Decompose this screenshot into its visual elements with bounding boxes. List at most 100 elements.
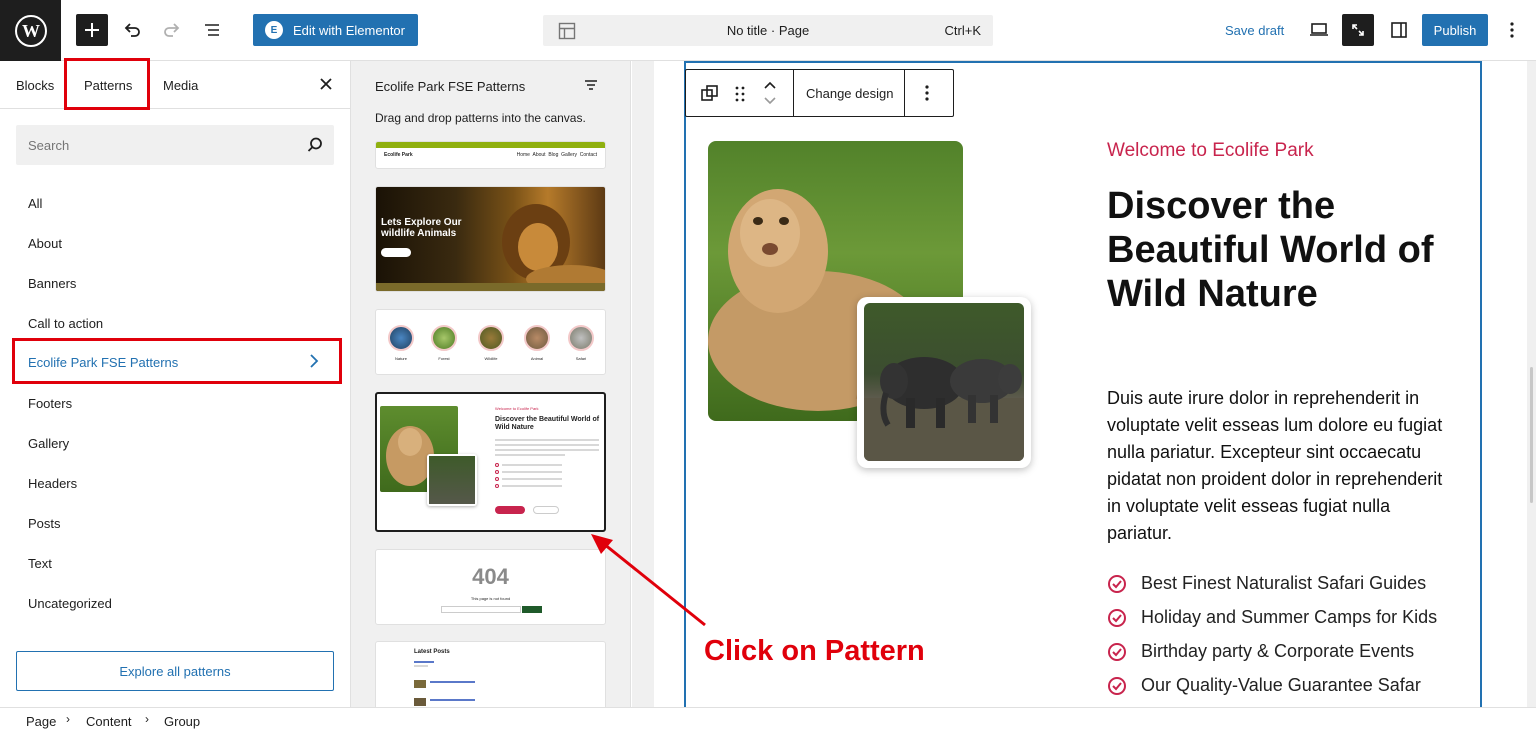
undo-button[interactable]: [116, 14, 148, 46]
feature-item[interactable]: Best Finest Naturalist Safari Guides: [1107, 573, 1426, 594]
change-design-button[interactable]: Change design: [806, 86, 893, 101]
category-text[interactable]: Text: [28, 556, 52, 571]
text-line: [495, 444, 599, 446]
block-breadcrumb: Page › Content › Group: [0, 707, 1536, 731]
redo-icon: [164, 23, 180, 37]
feature-label: Best Finest Naturalist Safari Guides: [1141, 573, 1427, 593]
circle-label: Animal: [530, 356, 544, 361]
category-about[interactable]: About: [28, 236, 62, 251]
text-line: [430, 699, 475, 701]
elementor-icon: E: [265, 21, 283, 39]
notfound-search-field: [441, 606, 521, 613]
pattern-header-thumb[interactable]: Ecolife Park Home About Blog Gallery Con…: [375, 141, 606, 169]
text-line: [414, 665, 428, 667]
main-headline[interactable]: Discover the Beautiful World of Wild Nat…: [1107, 184, 1437, 316]
pattern-404-thumb[interactable]: 404 This page is not found: [375, 549, 606, 625]
save-draft-button[interactable]: Save draft: [1225, 23, 1284, 38]
breadcrumb-page[interactable]: Page: [26, 714, 56, 729]
feature-label: Our Quality-Value Guarantee Safar: [1141, 675, 1421, 695]
toolbar-divider: [904, 70, 905, 116]
pattern-latest-posts-thumb[interactable]: Latest Posts: [375, 641, 606, 707]
publish-button[interactable]: Publish: [1422, 14, 1488, 46]
check-icon: [495, 463, 499, 467]
banner-thumb-button: [381, 248, 411, 257]
elephant-image[interactable]: [864, 303, 1024, 461]
about-thumb-welcome: Welcome to Ecolife Park: [495, 406, 539, 411]
pattern-banner-thumb[interactable]: Lets Explore Our wildlife Animals: [375, 186, 606, 292]
annotation-label: Click on Pattern: [704, 635, 925, 667]
intro-paragraph[interactable]: Duis aute irure dolor in reprehenderit i…: [1107, 385, 1452, 547]
zoom-out-button[interactable]: [1342, 14, 1374, 46]
category-headers[interactable]: Headers: [28, 476, 77, 491]
patterns-tab-highlight: [64, 58, 150, 110]
check-circle-icon: [1108, 676, 1126, 695]
category-all[interactable]: All: [28, 196, 42, 211]
sidebar-icon: [1391, 22, 1407, 38]
device-preview-button[interactable]: [1303, 14, 1335, 46]
breadcrumb-content[interactable]: Content: [86, 714, 132, 729]
explore-all-patterns-button[interactable]: Explore all patterns: [16, 651, 334, 691]
settings-button[interactable]: [1383, 14, 1415, 46]
drag-handle-icon[interactable]: [734, 84, 746, 104]
command-palette-bar[interactable]: No title · Page Ctrl+K: [543, 15, 993, 46]
wildlife-circle-image: [478, 325, 504, 351]
tab-blocks[interactable]: Blocks: [16, 78, 54, 93]
redo-button[interactable]: [156, 14, 188, 46]
search-icon: [307, 137, 322, 152]
welcome-subheading[interactable]: Welcome to Ecolife Park: [1107, 140, 1314, 162]
canvas-scrollbar[interactable]: [1530, 367, 1533, 503]
feature-label: Holiday and Summer Camps for Kids: [1141, 607, 1438, 627]
text-line: [414, 661, 434, 663]
document-overview-button[interactable]: [196, 14, 228, 46]
block-inserter-panel: Blocks Patterns Media All About Banners …: [0, 58, 351, 707]
category-call-to-action[interactable]: Call to action: [28, 316, 103, 331]
pattern-categories-thumb[interactable]: Nature Forest Wildlife Animal Safari: [375, 309, 606, 375]
wordpress-logo[interactable]: W: [0, 0, 61, 61]
header-thumb-nav-item: Contact: [579, 152, 597, 158]
text-line: [502, 464, 562, 466]
add-block-button[interactable]: [76, 14, 108, 46]
category-posts[interactable]: Posts: [28, 516, 61, 531]
breadcrumb-group[interactable]: Group: [164, 714, 200, 729]
category-footers[interactable]: Footers: [28, 396, 72, 411]
safari-circle-image: [568, 325, 594, 351]
text-line: [502, 471, 562, 473]
undo-icon: [124, 23, 140, 37]
check-circle-icon: [1108, 574, 1126, 593]
check-icon: [495, 484, 499, 488]
more-vertical-icon: [1510, 22, 1514, 38]
text-line: [495, 454, 565, 456]
text-line: [430, 681, 475, 683]
header-thumb-nav-item: Home: [516, 152, 530, 158]
list-view-icon: [205, 24, 219, 36]
read-more-pill: [495, 506, 525, 514]
feature-item[interactable]: Holiday and Summer Camps for Kids: [1107, 607, 1437, 628]
circle-label: Nature: [394, 356, 407, 361]
filter-icon[interactable]: [583, 77, 599, 93]
post-thumb-image: [414, 698, 426, 706]
tab-media[interactable]: Media: [163, 78, 198, 93]
about-thumb-headline: Discover the Beautiful World of Wild Nat…: [495, 416, 600, 431]
pattern-about-thumb[interactable]: Welcome to Ecolife Park Discover the Bea…: [375, 392, 606, 532]
more-vertical-icon[interactable]: [924, 84, 930, 102]
document-title: No title · Page: [726, 23, 810, 38]
category-ecolife-park-fse-patterns[interactable]: Ecolife Park FSE Patterns: [12, 338, 342, 384]
options-button[interactable]: [1496, 14, 1528, 46]
check-circle-icon: [1108, 608, 1126, 627]
category-banners[interactable]: Banners: [28, 276, 76, 291]
search-input[interactable]: [16, 125, 296, 165]
block-toolbar: Change design: [685, 69, 954, 117]
category-gallery[interactable]: Gallery: [28, 436, 69, 451]
close-inserter-button[interactable]: [316, 75, 336, 95]
feature-item[interactable]: Our Quality-Value Guarantee Safar: [1107, 675, 1421, 696]
circle-label: Wildlife: [484, 356, 498, 361]
header-thumb-brand: Ecolife Park: [384, 152, 413, 158]
header-thumb-nav-item: About: [532, 152, 546, 158]
check-icon: [495, 477, 499, 481]
notfound-thumb-code: 404: [472, 564, 509, 589]
edit-with-elementor-button[interactable]: E Edit with Elementor: [253, 14, 418, 46]
feature-item[interactable]: Birthday party & Corporate Events: [1107, 641, 1414, 662]
move-up-down-icon[interactable]: [762, 78, 778, 108]
category-uncategorized[interactable]: Uncategorized: [28, 596, 112, 611]
group-block-icon[interactable]: [700, 84, 720, 104]
